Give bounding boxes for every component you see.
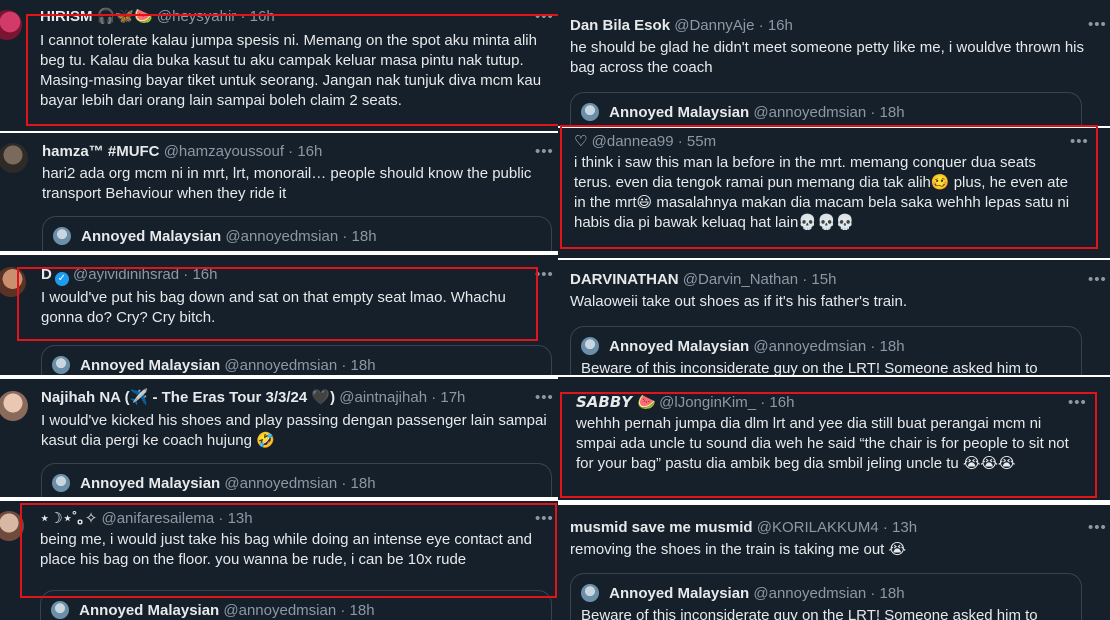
quoted-author-name: Annoyed Malaysian [80, 357, 221, 374]
tweet-card[interactable]: Najihah NA (✈️ - The Eras Tour 3/3/24 🖤)… [0, 379, 558, 497]
tweet-card[interactable]: D ✓ @ayividinihsrad · 16h ••• I would've … [0, 255, 558, 375]
tweet-card[interactable]: hamza™ #MUFC @hamzayoussouf · 16h ••• ha… [0, 133, 558, 251]
author-handle-time[interactable]: @anifaresailema · 13h [101, 510, 252, 527]
avatar[interactable] [0, 391, 28, 421]
author-handle-time[interactable]: @heysyahir · 16h [157, 8, 275, 25]
quoted-author-handle-time: @annoyedmsian · 18h [224, 357, 376, 374]
quoted-author-handle-time: @annoyedmsian · 18h [753, 338, 905, 355]
quoted-avatar [52, 356, 70, 374]
author-handle-time[interactable]: @Darvin_Nathan · 15h [683, 271, 837, 288]
quoted-avatar [581, 584, 599, 602]
quoted-author-handle-time: @annoyedmsian · 18h [224, 475, 376, 492]
more-options-icon[interactable]: ••• [1088, 17, 1107, 32]
quoted-tweet[interactable]: Annoyed Malaysian @annoyedmsian · 18h [41, 463, 552, 497]
author-name[interactable]: ♡ [574, 133, 587, 150]
author-name[interactable]: D [41, 266, 52, 283]
author-name[interactable]: Dan Bila Esok [570, 17, 670, 34]
tweet-text: I would've kicked his shoes and play pas… [41, 412, 547, 449]
tweet-card[interactable]: 𝙎𝘼𝘽𝘽𝙔 🍉 @lJonginKim_ · 16h ••• wehhh per… [558, 377, 1110, 500]
verified-badge-icon: ✓ [54, 272, 69, 286]
tweet-card[interactable]: musmid save me musmid @KORILAKKUM4 · 13h… [558, 505, 1110, 620]
quoted-avatar [53, 227, 71, 245]
tweet-text: I cannot tolerate kalau jumpa spesis ni.… [40, 32, 542, 109]
avatar[interactable] [0, 10, 22, 40]
more-options-icon[interactable]: ••• [1068, 395, 1087, 410]
quoted-tweet[interactable]: Annoyed Malaysian @annoyedmsian · 18h [42, 216, 552, 251]
quoted-tweet[interactable]: Annoyed Malaysian @annoyedmsian · 18h Be… [570, 573, 1082, 620]
avatar[interactable] [0, 511, 24, 541]
quoted-avatar [52, 474, 70, 492]
author-name[interactable]: HIRISM 🎧🦋🍉 [40, 8, 153, 25]
quoted-author-name: Annoyed Malaysian [79, 602, 220, 619]
quoted-author-name: Annoyed Malaysian [609, 104, 750, 121]
quoted-tweet[interactable]: Annoyed Malaysian @annoyedmsian · 18h [40, 590, 552, 620]
quoted-tweet[interactable]: Annoyed Malaysian @annoyedmsian · 18h [570, 92, 1082, 126]
author-name[interactable]: Najihah NA (✈️ - The Eras Tour 3/3/24 🖤) [41, 389, 335, 406]
author-handle-time[interactable]: @dannea99 · 55m [592, 133, 716, 150]
author-name[interactable]: musmid save me musmid [570, 519, 753, 536]
tweet-text: hari2 ada org mcm ni in mrt, lrt, monora… [42, 165, 532, 202]
more-options-icon[interactable]: ••• [1070, 134, 1089, 149]
quoted-tweet[interactable]: Annoyed Malaysian @annoyedmsian · 18h [41, 345, 552, 375]
author-handle-time[interactable]: @ayividinihsrad · 16h [73, 266, 217, 283]
more-options-icon[interactable]: ••• [535, 511, 554, 526]
tweet-text: I would've put his bag down and sat on t… [41, 289, 506, 326]
more-options-icon[interactable]: ••• [535, 9, 554, 24]
avatar[interactable] [0, 143, 28, 173]
author-handle-time[interactable]: @DannyAje · 16h [674, 17, 793, 34]
quoted-author-handle-time: @annoyedmsian · 18h [753, 585, 905, 602]
author-name[interactable]: ⋆☽⋆˚｡✧ [40, 510, 97, 527]
quoted-author-name: Annoyed Malaysian [80, 475, 221, 492]
tweet-card[interactable]: ⋆☽⋆˚｡✧ @anifaresailema · 13h ••• being m… [0, 501, 558, 620]
author-handle-time[interactable]: @KORILAKKUM4 · 13h [757, 519, 917, 536]
author-name[interactable]: hamza™ #MUFC [42, 143, 160, 160]
quoted-avatar [581, 337, 599, 355]
tweet-card[interactable]: Dan Bila Esok @DannyAje · 16h ••• he sho… [558, 0, 1110, 126]
more-options-icon[interactable]: ••• [535, 390, 554, 405]
tweet-card[interactable]: HIRISM 🎧🦋🍉 @heysyahir · 16h ••• I cannot… [0, 0, 558, 131]
quoted-avatar [581, 103, 599, 121]
quoted-avatar [51, 601, 69, 619]
tweet-card[interactable]: ♡ @dannea99 · 55m ••• i think i saw this… [558, 128, 1110, 258]
quoted-author-name: Annoyed Malaysian [609, 338, 750, 355]
quoted-author-handle-time: @annoyedmsian · 18h [223, 602, 375, 619]
quoted-author-name: Annoyed Malaysian [81, 228, 222, 245]
tweet-text: Walaoweii take out shoes as if it's his … [570, 293, 907, 310]
tweet-text: he should be glad he didn't meet someone… [570, 39, 1084, 76]
author-name[interactable]: 𝙎𝘼𝘽𝘽𝙔 🍉 [576, 394, 655, 411]
quoted-author-handle-time: @annoyedmsian · 18h [225, 228, 377, 245]
author-handle-time[interactable]: @lJonginKim_ · 16h [659, 394, 794, 411]
more-options-icon[interactable]: ••• [535, 267, 554, 282]
tweet-text: i think i saw this man la before in the … [574, 154, 1070, 231]
quoted-tweet-text: Beware of this inconsiderate guy on the … [581, 360, 1038, 375]
avatar[interactable] [0, 267, 26, 297]
quoted-tweet[interactable]: Annoyed Malaysian @annoyedmsian · 18h Be… [570, 326, 1082, 375]
more-options-icon[interactable]: ••• [1088, 272, 1107, 287]
author-handle-time[interactable]: @aintnajihah · 17h [339, 389, 465, 406]
tweet-text: being me, i would just take his bag whil… [40, 531, 532, 568]
more-options-icon[interactable]: ••• [535, 144, 554, 159]
more-options-icon[interactable]: ••• [1088, 520, 1107, 535]
quoted-author-name: Annoyed Malaysian [609, 585, 750, 602]
quoted-author-handle-time: @annoyedmsian · 18h [753, 104, 905, 121]
author-handle-time[interactable]: @hamzayoussouf · 16h [164, 143, 323, 160]
tweet-text: wehhh pernah jumpa dia dlm lrt and yee d… [576, 415, 1069, 472]
tweet-text: removing the shoes in the train is takin… [570, 541, 907, 558]
quoted-tweet-text: Beware of this inconsiderate guy on the … [581, 607, 1038, 620]
author-name[interactable]: DARVINATHAN [570, 271, 679, 288]
tweet-card[interactable]: DARVINATHAN @Darvin_Nathan · 15h ••• Wal… [558, 260, 1110, 375]
